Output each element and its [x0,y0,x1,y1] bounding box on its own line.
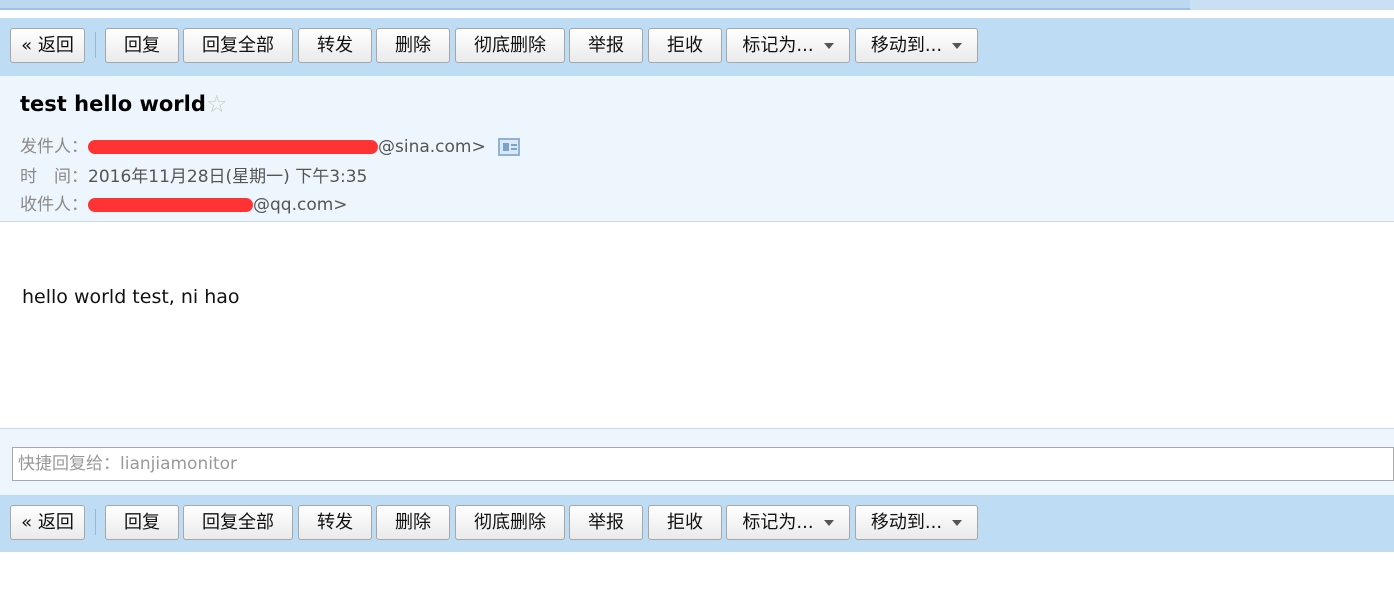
from-address[interactable]: @sina.com> [378,137,486,157]
toolbar-separator [95,509,96,535]
chevron-down-icon [952,43,963,49]
reject-button[interactable]: 拒收 [648,28,722,63]
top-toolbar: « 返回 回复 回复全部 转发 删除 彻底删除 举报 拒收 标记为... 移动到… [0,18,1394,76]
reply-button[interactable]: 回复 [105,28,179,63]
forward-button[interactable]: 转发 [298,28,372,63]
move-to-label: 移动到... [870,512,943,533]
time-label: 时 间： [20,167,88,187]
quick-reply-input[interactable] [12,447,1394,481]
to-row: 收件人： @qq.com> [20,190,348,215]
top-border [0,0,1394,10]
from-label: 发件人： [20,137,88,157]
mark-as-dropdown[interactable]: 标记为... [726,505,850,540]
mail-header: test hello world ☆ 发件人： @sina.com> 时 间：20… [0,76,1394,222]
top-border-right [1190,0,1394,10]
delete-button[interactable]: 删除 [376,28,450,63]
move-to-dropdown[interactable]: 移动到... [855,28,978,63]
redaction-mark [88,198,253,212]
reject-button[interactable]: 拒收 [648,505,722,540]
toolbar-separator [95,32,96,58]
mail-body: hello world test, ni hao [22,286,240,308]
reply-button[interactable]: 回复 [105,505,179,540]
quick-reply-bar [0,428,1394,495]
forward-button[interactable]: 转发 [298,505,372,540]
contact-card-icon[interactable] [497,138,520,156]
from-row: 发件人： @sina.com> [20,132,520,157]
mark-as-dropdown[interactable]: 标记为... [726,28,850,63]
mark-as-label: 标记为... [742,512,814,533]
star-icon[interactable]: ☆ [206,90,228,118]
reply-all-button[interactable]: 回复全部 [183,505,293,540]
report-button[interactable]: 举报 [569,505,643,540]
time-value: 2016年11月28日(星期一) 下午3:35 [88,167,368,187]
bottom-toolbar: « 返回 回复 回复全部 转发 删除 彻底删除 举报 拒收 标记为... 移动到… [0,495,1394,552]
delete-button[interactable]: 删除 [376,505,450,540]
back-button[interactable]: « 返回 [10,28,85,63]
mail-subject: test hello world [20,92,206,116]
to-label: 收件人： [20,195,88,215]
chevron-down-icon [952,520,963,526]
report-button[interactable]: 举报 [569,28,643,63]
window-top-strip [0,0,1394,18]
redaction-mark [88,140,378,154]
delete-permanently-button[interactable]: 彻底删除 [455,28,565,63]
to-address[interactable]: @qq.com> [253,195,348,215]
time-row: 时 间：2016年11月28日(星期一) 下午3:35 [20,162,367,187]
delete-permanently-button[interactable]: 彻底删除 [455,505,565,540]
reply-all-button[interactable]: 回复全部 [183,28,293,63]
move-to-label: 移动到... [870,35,943,56]
mark-as-label: 标记为... [742,35,814,56]
chevron-down-icon [823,43,834,49]
back-button[interactable]: « 返回 [10,505,85,540]
move-to-dropdown[interactable]: 移动到... [855,505,978,540]
chevron-down-icon [823,520,834,526]
